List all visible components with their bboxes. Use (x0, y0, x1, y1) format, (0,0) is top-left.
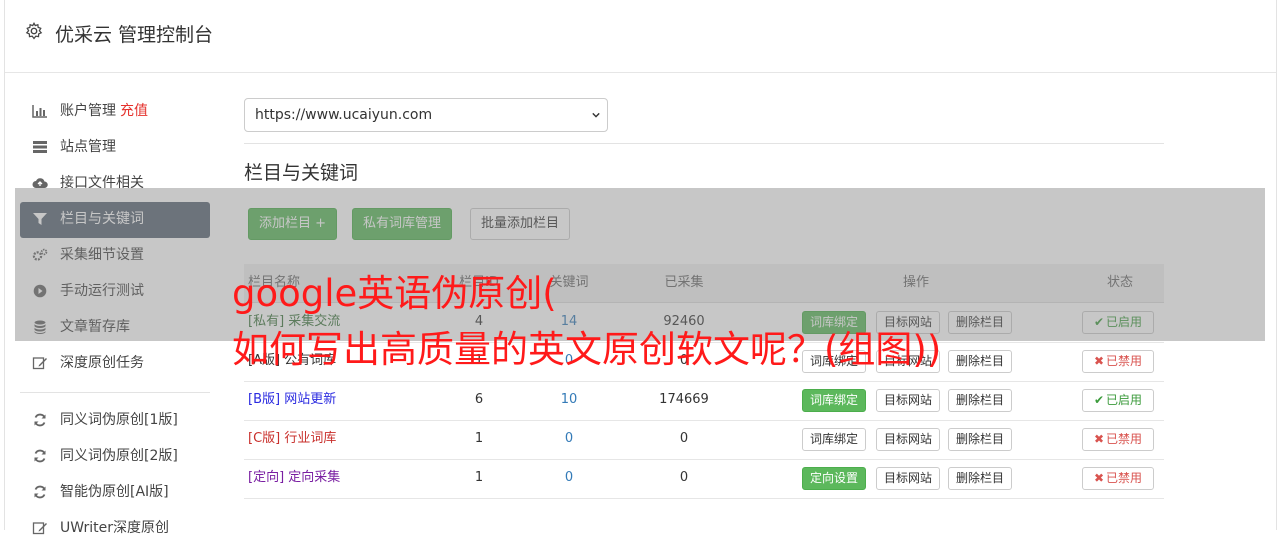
row-name[interactable]: [B版] 网站更新 (248, 381, 336, 419)
gear-icon (25, 22, 43, 40)
recharge-link[interactable]: 充值 (120, 103, 148, 119)
sidebar-item-label: 同义词伪原创[1版] (60, 412, 178, 428)
bind-library-button[interactable]: 定向设置 (802, 467, 867, 490)
sidebar-item-synonym-v2[interactable]: 同义词伪原创[2版] (20, 439, 210, 475)
site-select[interactable]: https://www.ucaiyun.com (244, 98, 608, 132)
sidebar-divider (20, 392, 210, 393)
row-id: 1 (474, 431, 484, 446)
bind-library-button[interactable]: 词库绑定 (802, 389, 867, 412)
status-toggle[interactable]: ✔ 已启用 (1082, 389, 1154, 412)
edit-icon (32, 521, 48, 536)
watermark-line-2: 如何写出高质量的英文原创软文呢？(组图)) (232, 328, 942, 371)
target-site-button[interactable]: 目标网站 (876, 467, 941, 490)
chevron-down-icon (592, 112, 600, 118)
table-row: [定向] 定向采集 1 0 0 定向设置 目标网站 删除栏目 ✖ 已禁用 (244, 459, 1164, 499)
delete-column-button[interactable]: 删除栏目 (948, 350, 1013, 373)
watermark-line-1: google英语伪原创( (232, 272, 557, 315)
target-site-button[interactable]: 目标网站 (876, 428, 941, 451)
sidebar-item-label: UWriter深度原创 (60, 520, 169, 536)
row-keyword-count[interactable]: 0 (534, 459, 604, 497)
row-collected: 0 (679, 470, 689, 485)
close-icon: ✖ (1093, 471, 1105, 485)
status-label: 已启用 (1106, 393, 1143, 407)
sidebar-item-uwriter[interactable]: UWriter深度原创 (20, 511, 210, 547)
top-bar: 优采云 管理控制台 (5, 0, 1276, 73)
status-label: 已禁用 (1106, 471, 1143, 485)
row-keyword-count[interactable]: 0 (534, 420, 604, 458)
table-row: [B版] 网站更新 6 10 174669 词库绑定 目标网站 删除栏目 ✔ 已启用 (244, 381, 1164, 421)
status-toggle[interactable]: ✖ 已禁用 (1082, 428, 1154, 451)
edit-icon (32, 356, 48, 371)
server-icon (32, 140, 48, 155)
sidebar-item-smart-ai[interactable]: 智能伪原创[AI版] (20, 475, 210, 511)
row-id: 1 (474, 470, 484, 485)
row-collected: 174669 (659, 392, 709, 407)
check-icon: ✔ (1093, 393, 1105, 407)
sidebar-item-sites[interactable]: 站点管理 (20, 130, 210, 166)
sidebar-item-account[interactable]: 账户管理 充值 (20, 94, 210, 130)
sidebar-item-deep-original[interactable]: 深度原创任务 (20, 346, 210, 382)
row-name[interactable]: [C版] 行业词库 (248, 420, 336, 458)
page-title: 优采云 管理控制台 (55, 24, 214, 46)
close-icon: ✖ (1093, 432, 1105, 446)
target-site-button[interactable]: 目标网站 (876, 389, 941, 412)
bind-library-button[interactable]: 词库绑定 (802, 428, 867, 451)
row-keyword-count[interactable]: 10 (534, 381, 604, 419)
divider (244, 143, 1164, 144)
status-toggle[interactable]: ✖ 已禁用 (1082, 467, 1154, 490)
bar-chart-icon (32, 104, 48, 119)
sidebar-item-synonym-v1[interactable]: 同义词伪原创[1版] (20, 403, 210, 439)
section-title: 栏目与关键词 (244, 162, 359, 184)
status-label: 已禁用 (1106, 354, 1143, 368)
sidebar-item-label: 账户管理 (60, 103, 116, 119)
delete-column-button[interactable]: 删除栏目 (948, 467, 1013, 490)
table-row: [C版] 行业词库 1 0 0 词库绑定 目标网站 删除栏目 ✖ 已禁用 (244, 420, 1164, 460)
status-toggle[interactable]: ✖ 已禁用 (1082, 350, 1154, 373)
overlay-band (15, 188, 1265, 341)
close-icon: ✖ (1093, 354, 1105, 368)
refresh-icon (32, 413, 48, 428)
row-collected: 0 (679, 431, 689, 446)
refresh-icon (32, 485, 48, 500)
sidebar-item-label: 深度原创任务 (60, 355, 144, 371)
sidebar-item-label: 智能伪原创[AI版] (60, 484, 169, 500)
refresh-icon (32, 449, 48, 464)
row-name[interactable]: [定向] 定向采集 (248, 459, 340, 497)
site-select-value: https://www.ucaiyun.com (255, 107, 433, 123)
delete-column-button[interactable]: 删除栏目 (948, 389, 1013, 412)
sidebar-item-label: 同义词伪原创[2版] (60, 448, 178, 464)
row-id: 6 (474, 392, 484, 407)
status-label: 已禁用 (1106, 432, 1143, 446)
delete-column-button[interactable]: 删除栏目 (948, 428, 1013, 451)
sidebar-item-label: 站点管理 (60, 139, 116, 155)
